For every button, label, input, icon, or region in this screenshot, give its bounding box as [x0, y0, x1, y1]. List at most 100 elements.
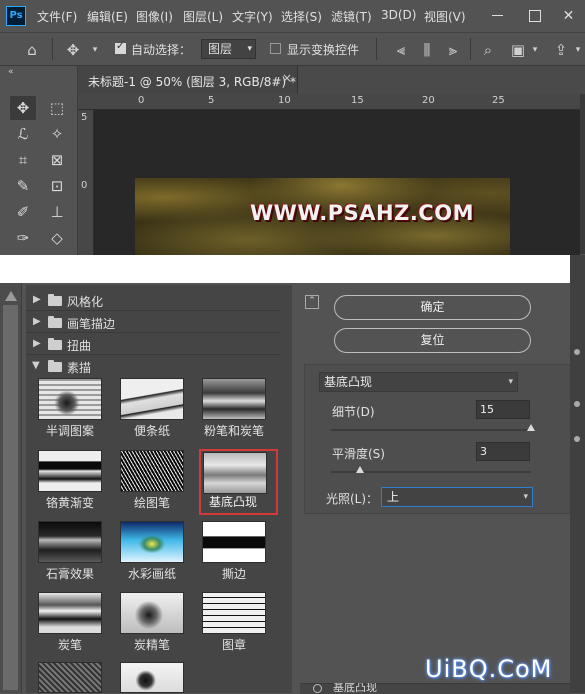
reset-button[interactable]: 复位 — [334, 328, 531, 353]
collapse-arrow-icon[interactable]: ▼ — [32, 360, 40, 371]
filter-thumbnail[interactable] — [120, 662, 184, 693]
category-row-stylize[interactable] — [26, 290, 280, 311]
ruler-tick-label: 20 — [422, 95, 435, 106]
brush-tool-icon[interactable]: ✐ — [10, 200, 36, 224]
chevron-down-icon[interactable]: ▾ — [84, 40, 106, 60]
filter-thumbnail[interactable] — [38, 592, 102, 634]
visibility-eye-icon[interactable] — [313, 684, 322, 693]
filter-thumbnail[interactable] — [38, 521, 102, 563]
detail-label: 细节(D) — [332, 405, 375, 419]
scrollbar-thumb[interactable] — [3, 305, 18, 690]
filter-thumbnail[interactable] — [38, 450, 102, 492]
auto-select-checkbox[interactable] — [115, 41, 126, 54]
menu-filter[interactable]: 滤镜(T) — [331, 8, 372, 25]
filter-thumbnail[interactable] — [202, 521, 266, 563]
crop-tool-icon[interactable]: ⌗ — [10, 148, 36, 172]
scroll-up-icon[interactable] — [5, 291, 17, 301]
detail-input[interactable]: 15 — [476, 400, 530, 419]
smoothness-slider-thumb[interactable] — [355, 466, 364, 473]
auto-select-target-select[interactable]: 图层 ▾ — [201, 39, 256, 59]
minimize-button[interactable] — [480, 0, 515, 32]
align-right-icon[interactable]: ⫸ — [442, 40, 464, 60]
ruler-tick-label: 0 — [81, 180, 88, 191]
clone-stamp-icon[interactable]: ⊥ — [44, 200, 70, 224]
show-transform-checkbox[interactable] — [270, 43, 281, 54]
eyedropper-icon[interactable]: ✎ — [10, 174, 36, 198]
menu-edit[interactable]: 编辑(E) — [87, 8, 128, 25]
chevron-down-icon[interactable]: ▾ — [524, 40, 546, 60]
filter-thumbnail[interactable] — [38, 378, 102, 420]
chevron-down-icon[interactable]: ▾ — [567, 40, 585, 60]
close-window-button[interactable]: ✕ — [552, 0, 585, 32]
filter-type-value: 基底凸现 — [324, 375, 373, 389]
ruler-tick-label: 5 — [81, 112, 88, 123]
chevron-down-icon: ▾ — [508, 377, 513, 387]
menu-view[interactable]: 视图(V) — [424, 8, 466, 25]
detail-slider-thumb[interactable] — [527, 424, 535, 431]
align-left-icon[interactable]: ⫷ — [390, 40, 412, 60]
category-row-brush-strokes[interactable] — [26, 312, 280, 333]
smoothness-label: 平滑度(S) — [332, 447, 385, 461]
filter-thumbnail-label: 粉笔和炭笔 — [203, 424, 264, 438]
auto-select-label: 自动选择： — [131, 43, 192, 57]
frame-tool-icon[interactable]: ⊠ — [44, 148, 70, 172]
ruler-tick-label: 10 — [278, 95, 291, 106]
filter-thumbnail-label: 半调图案 — [45, 424, 94, 438]
category-label: 画笔描边 — [67, 317, 116, 331]
menu-layer[interactable]: 图层(L) — [183, 8, 223, 25]
menu-3d[interactable]: 3D(D) — [381, 8, 416, 22]
eraser-tool-icon[interactable]: ◇ — [44, 226, 70, 250]
filter-thumbnail-label: 铬黄渐变 — [45, 496, 94, 510]
search-icon[interactable]: ⌕ — [477, 40, 499, 60]
scroll-handle-icon[interactable] — [574, 436, 580, 442]
marquee-tool-icon[interactable]: ⬚ — [44, 96, 70, 120]
history-brush-icon[interactable]: ✑ — [10, 226, 36, 250]
filter-thumbnail[interactable] — [120, 450, 184, 492]
move-tool-icon[interactable]: ✥ — [62, 40, 84, 60]
folder-icon — [48, 316, 62, 328]
light-label: 光照(L)： — [326, 492, 379, 506]
ok-button[interactable]: 确定 — [334, 295, 531, 320]
menu-select[interactable]: 选择(S) — [281, 8, 322, 25]
expand-arrow-icon[interactable]: ▶ — [33, 338, 41, 349]
filter-thumbnail-label: 炭精笔 — [133, 638, 170, 652]
filter-type-select[interactable]: 基底凸现 ▾ — [319, 372, 518, 392]
maximize-button[interactable] — [517, 0, 552, 32]
lasso-tool-icon[interactable]: ℒ — [10, 122, 36, 146]
magic-wand-icon[interactable]: ✧ — [44, 122, 70, 146]
filter-thumbnail[interactable] — [38, 662, 102, 693]
align-center-icon[interactable]: ⫼ — [416, 40, 438, 60]
filter-thumbnail-label: 便条纸 — [133, 424, 170, 438]
filter-thumbnail[interactable] — [120, 378, 184, 420]
expand-arrow-icon[interactable]: ▶ — [33, 294, 41, 305]
canvas-scrollbar[interactable] — [580, 94, 585, 254]
light-direction-select[interactable]: 上 ▾ — [381, 487, 533, 507]
close-tab-icon[interactable]: × — [282, 71, 292, 85]
category-row-sketch[interactable] — [26, 356, 280, 376]
scroll-handle-icon[interactable] — [574, 401, 580, 407]
filter-thumbnail[interactable] — [120, 521, 184, 563]
settings-scrollbar[interactable] — [570, 345, 585, 685]
spot-healing-icon[interactable]: ⊡ — [44, 174, 70, 198]
document-tab-title: 未标题-1 @ 50% (图层 3, RGB/8#) * — [88, 75, 296, 89]
menu-file[interactable]: 文件(F) — [37, 8, 77, 25]
folder-icon — [48, 294, 62, 306]
filter-thumbnail-label: 炭笔 — [57, 638, 82, 652]
smoothness-input[interactable]: 3 — [476, 442, 530, 461]
expand-arrow-icon[interactable]: ▶ — [33, 316, 41, 327]
filter-thumbnail[interactable] — [120, 592, 184, 634]
menu-image[interactable]: 图像(I) — [136, 8, 173, 25]
home-icon[interactable]: ⌂ — [21, 40, 43, 60]
filter-thumbnail[interactable] — [202, 378, 266, 420]
detail-slider-track[interactable] — [331, 429, 531, 431]
category-label: 素描 — [67, 361, 92, 375]
category-row-distort[interactable] — [26, 334, 280, 355]
canvas-text: WWW.PSAHZ.COM — [250, 201, 474, 225]
collapse-gallery-icon[interactable]: ⌃ — [305, 295, 319, 309]
collapse-panel-icon[interactable]: « — [8, 67, 14, 77]
scroll-handle-icon[interactable] — [574, 349, 580, 355]
move-tool-icon[interactable]: ✥ — [10, 96, 36, 120]
folder-open-icon — [48, 360, 62, 372]
filter-thumbnail[interactable] — [202, 592, 266, 634]
menu-type[interactable]: 文字(Y) — [232, 8, 273, 25]
